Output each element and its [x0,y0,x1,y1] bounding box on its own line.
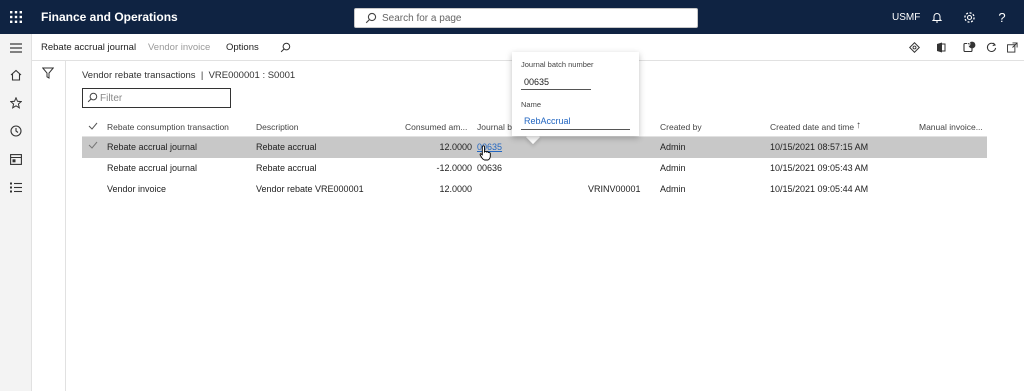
help-icon[interactable]: ? [994,9,1010,25]
table-row[interactable]: Vendor invoice Vendor rebate VRE000001 1… [82,179,987,200]
sort-ascending-icon: ↑ [856,120,861,131]
search-icon [365,12,377,26]
workspaces-icon[interactable] [8,151,24,167]
select-all-check-icon[interactable] [88,122,98,132]
column-header-consumed-amount[interactable]: Consumed am... [405,122,467,132]
cell-description: Rebate accrual [256,163,317,173]
cell-transaction: Vendor invoice [107,184,167,194]
column-header-created-by[interactable]: Created by [660,122,702,132]
hand-cursor-icon [479,145,492,163]
batch-number-underline [521,89,591,90]
hamburger-menu-icon[interactable] [8,40,24,56]
column-header-journal-batch[interactable]: Journal ba [477,122,517,132]
app-title[interactable]: Finance and Operations [41,10,178,24]
cell-created-date: 10/15/2021 08:57:15 AM [770,142,869,152]
column-header-created-date[interactable]: Created date and time [770,122,854,132]
search-placeholder: Search for a page [382,13,462,24]
options-tab[interactable]: Options [226,42,259,53]
rebate-accrual-journal-button[interactable]: Rebate accrual journal [41,42,136,53]
modules-list-icon[interactable] [8,179,24,195]
cell-transaction: Rebate accrual journal [107,142,198,152]
home-icon[interactable] [8,67,24,83]
power-apps-diamond-icon[interactable] [906,39,922,55]
cell-journal-batch: 00636 [477,163,503,173]
cell-created-by: Admin [660,163,686,173]
cell-created-date: 10/15/2021 09:05:43 AM [770,163,869,173]
cell-created-by: Admin [660,142,686,152]
cell-created-by: Admin [660,184,686,194]
settings-gear-icon[interactable] [961,9,977,25]
cell-created-date: 10/15/2021 09:05:44 AM [770,184,869,194]
filter-placeholder: Filter [100,93,123,104]
action-search-icon[interactable] [277,39,293,55]
open-in-new-window-icon[interactable] [1004,39,1020,55]
journal-batch-flyout: Journal batch number 00635 Name RebAccru… [512,52,639,136]
cell-transaction: Rebate accrual journal [107,163,198,173]
row-check-icon[interactable] [88,141,98,151]
filter-search-icon [87,92,98,105]
column-header-manual-invoice[interactable]: Manual invoice... [919,122,983,132]
office-icon[interactable] [933,39,949,55]
quick-filter-input[interactable]: Filter [82,88,231,108]
message-center-icon[interactable]: 0 [961,39,977,55]
cell-consumed-amount: 12.0000 [439,184,472,194]
filter-funnel-icon[interactable] [41,67,55,81]
name-value[interactable]: RebAccrual [524,116,571,126]
message-count-badge: 0 [967,41,971,48]
recent-clock-icon[interactable] [8,123,24,139]
cell-consumed-amount: -12.0000 [436,163,472,173]
favorites-star-icon[interactable] [8,95,24,111]
cell-description: Rebate accrual [256,142,317,152]
refresh-icon[interactable] [983,39,999,55]
column-header-transaction[interactable]: Rebate consumption transaction [107,122,229,132]
left-navigation-pane [0,34,32,391]
column-header-description[interactable]: Description [256,122,299,132]
company-picker[interactable]: USMF [892,12,920,23]
search-box[interactable]: Search for a page [354,8,698,28]
vendor-invoice-button[interactable]: Vendor invoice [148,42,210,53]
name-label: Name [521,100,542,109]
app-launcher-icon[interactable] [0,0,32,34]
cell-invoice: VRINV00001 [588,184,641,194]
batch-number-label: Journal batch number [521,60,594,69]
page-breadcrumb: Vendor rebate transactions | VRE000001 :… [82,70,296,81]
cell-description: Vendor rebate VRE000001 [256,184,364,194]
batch-number-value[interactable]: 00635 [524,77,549,87]
name-underline [521,129,630,130]
cell-consumed-amount: 12.0000 [439,142,472,152]
filter-pane [32,61,66,391]
table-row[interactable]: Rebate accrual journal Rebate accrual -1… [82,158,987,179]
notifications-bell-icon[interactable] [929,9,945,25]
top-navigation-bar: Finance and Operations Search for a page… [0,0,1024,34]
